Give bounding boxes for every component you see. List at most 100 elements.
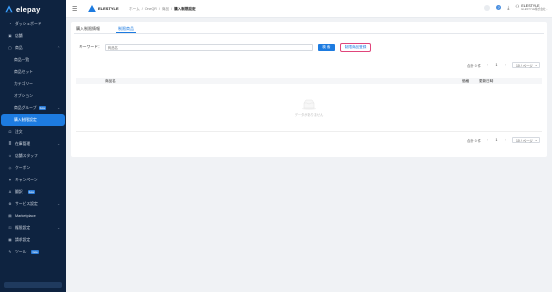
beta-badge: beta [38,106,46,110]
sidebar-item-tool[interactable]: ✎ ツール beta [0,246,66,258]
prev-page-icon[interactable]: ‹ [485,138,490,143]
pagination-top: 合計 0 件 ‹ 1 › 10 / ページ ⌄ [467,62,540,68]
sidebar-item-label: 翻訳 [15,189,23,194]
search-button[interactable]: 検 索 [317,44,335,51]
brand-logo[interactable]: elepay [0,0,66,18]
sidebar-item-label: 商品 [15,45,23,50]
chevron-down-icon: ⌄ [57,226,60,230]
store-logo[interactable]: ELESTYLE [88,5,119,12]
campaign-icon: ✦ [8,178,12,182]
sidebar-item-inventory[interactable]: ≣ 在庫管理 ⌄ [0,138,66,150]
breadcrumb-separator: / [158,7,160,11]
sidebar-item-label: 請求設定 [15,237,31,242]
sidebar-item-label: カテゴリー [14,81,33,86]
sidebar-item-box[interactable]: ▢ 商品 ⌃ [0,42,66,54]
tab-limited-products[interactable]: 制限商品 [116,25,136,33]
sidebar-item-label: クーポン [15,165,31,170]
staff-icon: ☺ [8,154,12,158]
page-size-value: 10 / ページ [516,63,533,68]
sidebar-item-store[interactable]: ▣ 店舗 [0,30,66,42]
user-company: ELESTYLE株式会社... [521,8,548,11]
cart-icon: ⊡ [8,130,12,134]
inventory-icon: ≣ [8,142,12,146]
user-icon: ⚇ [515,4,520,9]
breadcrumb-separator: / [141,7,143,11]
breadcrumb-current: 購入制限設定 [174,7,196,11]
sidebar-item-coupon[interactable]: ◇ クーポン [0,162,66,174]
sidebar-item-sub-3[interactable]: 商品一覧 [0,54,66,66]
pagination-bottom: 合計 0 件 ‹ 1 › 10 / ページ ⌄ [467,137,540,143]
sidebar-nav: ◔ ダッシュボード ▣ 店舗 ▢ 商品 ⌃ 商品一覧商品セットカテゴリーオプション商品グループ… [0,18,66,258]
keyword-input[interactable] [104,44,313,51]
sidebar: elepay ◔ ダッシュボード ▣ 店舗 ▢ 商品 ⌃ 商品一覧商品セットカテゴリーオプショ… [0,0,66,292]
translate-icon: A [8,190,12,194]
sidebar-item-label: Marketplace [15,214,36,218]
page-size-select[interactable]: 10 / ページ ⌄ [512,62,540,68]
main-card: 購入制限情報 制限商品 キーワード： 検 索 制限商品登録 合計 0 件 ‹ 1… [71,22,547,157]
elepay-logo-icon [5,5,13,13]
marketplace-icon: ▤ [8,214,12,218]
beta-badge: beta [31,250,39,254]
search-row: キーワード： 検 索 制限商品登録 [79,43,372,52]
total-count: 合計 0 件 [467,63,481,68]
empty-box-icon [302,99,316,110]
keyword-label: キーワード： [79,45,102,49]
beta-badge: beta [27,190,36,194]
breadcrumb-oneqr[interactable]: OneQR [145,7,157,12]
sidebar-item-sub-5[interactable]: カテゴリー [0,78,66,90]
sidebar-item-sub-4[interactable]: 商品セット [0,66,66,78]
help-icon[interactable]: ? [496,5,502,10]
box-icon: ▢ [8,46,12,50]
prev-page-icon[interactable]: ‹ [485,63,490,68]
page-number[interactable]: 1 [494,63,499,68]
key-icon: ⚿ [8,226,12,230]
sidebar-item-label: 店舗 [15,33,23,38]
sidebar-item-label: オプション [14,93,33,98]
chevron-down-icon: ⌄ [57,142,60,146]
sidebar-item-staff[interactable]: ☺ 店舗スタッフ [0,150,66,162]
register-limited-product-button[interactable]: 制限商品登録 [339,43,372,52]
sidebar-item-billing[interactable]: ▦ 請求設定 [0,234,66,246]
sidebar-item-sub-7[interactable]: 商品グループ beta ⌄ [0,102,66,114]
store-logo-icon [88,5,96,12]
sidebar-item-label: 商品セット [14,69,33,74]
next-page-icon[interactable]: › [503,138,508,143]
gauge-icon: ◔ [8,22,12,26]
next-page-icon[interactable]: › [503,63,508,68]
sidebar-item-sub-6[interactable]: オプション [0,90,66,102]
breadcrumb-home[interactable]: ホーム [129,7,140,12]
tool-icon: ✎ [8,250,12,254]
empty-text: データがありません [294,112,324,117]
sidebar-item-cart[interactable]: ⊡ 注文 [0,126,66,138]
billing-icon: ▦ [8,238,12,242]
breadcrumb-products[interactable]: 商品 [162,7,169,12]
sidebar-item-label: 在庫管理 [15,141,31,146]
notification-icon[interactable] [484,4,491,11]
sidebar-item-key[interactable]: ⚿ 権限設定 ⌄ [0,222,66,234]
sidebar-footer[interactable] [4,282,62,288]
top-right-tools: ? ⤓ ⚇ ELESTYLE ELESTYLE株式会社... [484,4,548,11]
chevron-down-icon: ⌄ [534,63,538,67]
user-menu[interactable]: ⚇ ELESTYLE ELESTYLE株式会社... [515,4,548,11]
sidebar-item-translate[interactable]: A 翻訳 beta [0,186,66,198]
sidebar-item-campaign[interactable]: ✦ キャンペーン [0,174,66,186]
tab-purchase-limit-info[interactable]: 購入制限情報 [74,25,102,33]
sidebar-item-gauge[interactable]: ◔ ダッシュボード [0,18,66,30]
breadcrumb: ホーム / OneQR / 商品 / 購入制限設定 [129,7,196,12]
download-icon[interactable]: ⤓ [507,5,509,10]
sidebar-item-marketplace[interactable]: ▤ Marketplace [0,210,66,222]
sidebar-item-sub-8[interactable]: 購入制限設定 [1,114,65,126]
chevron-up-icon: ⌃ [57,46,60,50]
sidebar-item-label: キャンペーン [15,177,38,182]
sidebar-item-label: 権限設定 [15,225,31,230]
sidebar-item-label: サービス設定 [15,201,38,206]
sidebar-item-label: 商品一覧 [14,57,30,62]
page-size-select[interactable]: 10 / ページ ⌄ [512,137,540,143]
chevron-down-icon: ⌄ [534,138,538,142]
menu-toggle-icon[interactable]: ☰ [72,6,77,13]
top-bar: ☰ ELESTYLE ホーム / OneQR / 商品 / 購入制限設定 ? ⤓ ⚇ … [66,0,552,18]
sidebar-item-service[interactable]: ⚙ サービス設定 ⌄ [0,198,66,210]
page-number[interactable]: 1 [494,138,499,143]
empty-state: データがありません [76,84,542,132]
sidebar-item-label: 注文 [15,129,23,134]
